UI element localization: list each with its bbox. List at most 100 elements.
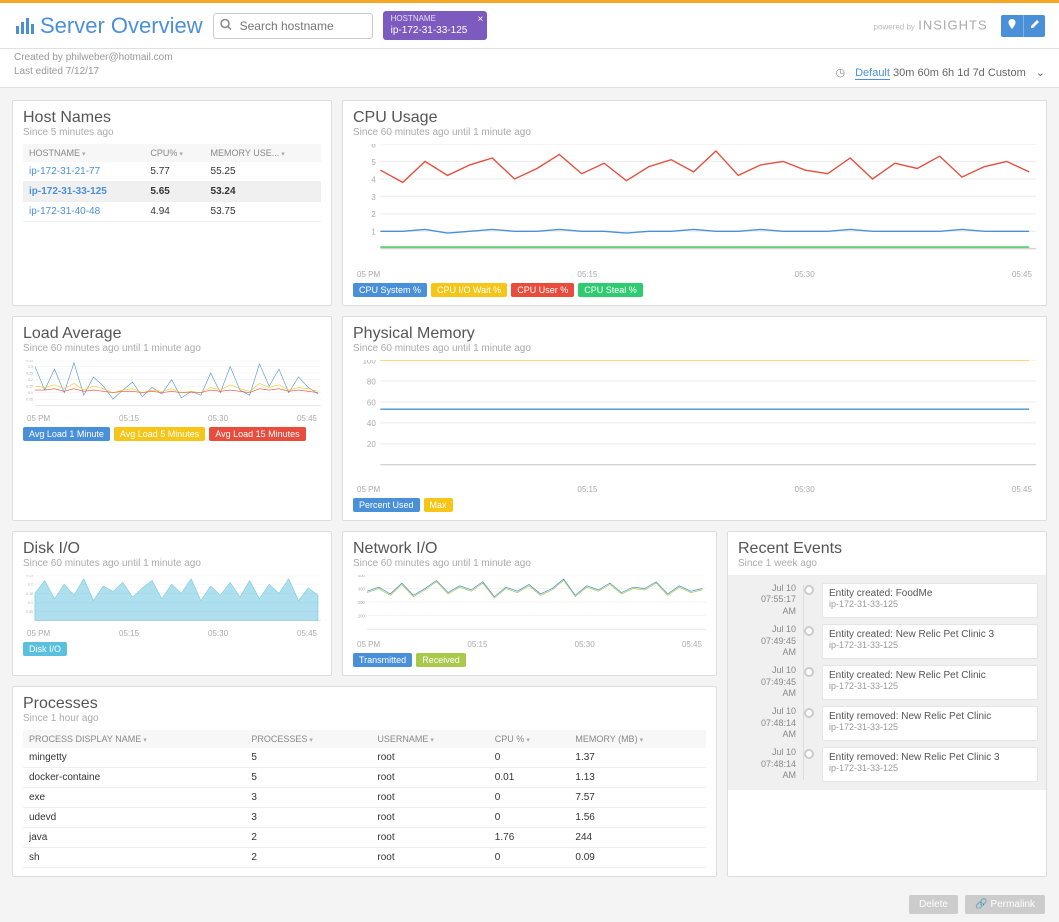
legend-item[interactable]: Max — [424, 498, 453, 512]
table-row[interactable]: java2 root1.76 244 — [23, 827, 706, 847]
legend-item[interactable]: Disk I/O — [23, 642, 67, 656]
table-row[interactable]: ip-172-31-33-125 5.65 53.24 — [23, 182, 321, 202]
svg-text:0.25: 0.25 — [26, 371, 33, 375]
chart-plot: 123456 — [353, 144, 1036, 269]
permalink-button[interactable]: 🔗 Permalink — [965, 895, 1045, 914]
column-header[interactable]: HOSTNAME▾ — [23, 144, 144, 162]
time-option-30m[interactable]: 30m — [893, 67, 914, 79]
host-link[interactable]: ip-172-31-33-125 — [23, 182, 144, 202]
card-subtitle: Since 60 minutes ago until 1 minute ago — [353, 558, 706, 569]
svg-text:0.2: 0.2 — [28, 582, 33, 586]
card-subtitle: Since 1 hour ago — [23, 713, 706, 724]
clock-icon: ◷ — [835, 66, 845, 79]
card-title: CPU Usage — [353, 109, 1036, 127]
legend-item[interactable]: CPU Steal % — [578, 283, 643, 297]
chart-plot: 20406080100 — [353, 360, 1036, 485]
column-header[interactable]: MEMORY (MB)▾ — [569, 730, 706, 748]
svg-text:0.05: 0.05 — [26, 610, 33, 614]
time-option-7d[interactable]: 7d — [973, 67, 985, 79]
svg-text:6: 6 — [371, 144, 376, 149]
chevron-down-icon: ⌄ — [1036, 66, 1045, 79]
chart-plot: 0.050.10.150.20.250.30.35 — [23, 360, 321, 415]
svg-text:0.15: 0.15 — [26, 384, 33, 388]
event-item[interactable]: Jul 1007:49:45AM Entity created: New Rel… — [736, 624, 1038, 659]
svg-text:60: 60 — [367, 398, 376, 407]
time-option-1d[interactable]: 1d — [957, 67, 969, 79]
legend-item[interactable]: CPU User % — [511, 283, 574, 297]
svg-text:0.1: 0.1 — [28, 391, 33, 395]
card-title: Network I/O — [353, 540, 706, 558]
time-option-60m[interactable]: 60m — [917, 67, 938, 79]
host-link[interactable]: ip-172-31-40-48 — [23, 202, 144, 222]
bar-chart-icon — [14, 16, 34, 36]
legend-item[interactable]: Received — [416, 653, 466, 667]
page-title: Server Overview — [14, 13, 203, 39]
svg-text:40: 40 — [367, 419, 376, 428]
filter-chip[interactable]: HOSTNAME ip-172-31-33-125 × — [383, 11, 488, 40]
svg-text:0.05: 0.05 — [26, 397, 33, 401]
host-link[interactable]: ip-172-31-21-77 — [23, 162, 144, 182]
table-row[interactable]: mingetty5 root0 1.37 — [23, 748, 706, 768]
card-subtitle: Since 60 minutes ago until 1 minute ago — [23, 343, 321, 354]
legend-item[interactable]: CPU System % — [353, 283, 427, 297]
column-header[interactable]: PROCESSES▾ — [245, 730, 371, 748]
brand-powered: powered by — [874, 22, 915, 31]
search-icon — [220, 18, 232, 33]
chart-legend: Transmitted Received — [353, 653, 706, 667]
edit-button[interactable] — [1023, 15, 1045, 37]
table-row[interactable]: sh2 root0 0.09 — [23, 847, 706, 867]
card-title: Recent Events — [738, 540, 1036, 558]
table-row[interactable]: ip-172-31-21-77 5.77 55.25 — [23, 162, 321, 182]
svg-text:400: 400 — [358, 575, 366, 578]
location-button[interactable] — [1001, 15, 1023, 37]
host-names-table: HOSTNAME▾CPU%▾MEMORY USE...▾ ip-172-31-2… — [23, 144, 321, 222]
brand-name: INSIGHTS — [918, 17, 987, 32]
legend-item[interactable]: Transmitted — [353, 653, 412, 667]
recent-events-card: Recent Events Since 1 week ago Jul 1007:… — [727, 531, 1047, 877]
svg-text:0.35: 0.35 — [26, 360, 33, 362]
processes-card: Processes Since 1 hour ago PROCESS DISPL… — [12, 686, 717, 877]
svg-text:2: 2 — [371, 211, 376, 220]
event-item[interactable]: Jul 1007:55:17AM Entity created: FoodMei… — [736, 583, 1038, 618]
delete-button[interactable]: Delete — [909, 895, 958, 914]
svg-text:0.2: 0.2 — [28, 378, 33, 382]
search-input[interactable] — [213, 13, 373, 39]
table-row[interactable]: docker-containe5 root0.01 1.13 — [23, 767, 706, 787]
legend-item[interactable]: CPU I/O Wait % — [431, 283, 507, 297]
time-option-default[interactable]: Default — [855, 67, 890, 80]
network-io-card: Network I/O Since 60 minutes ago until 1… — [342, 531, 717, 676]
event-dot-icon — [804, 626, 814, 636]
card-title: Load Average — [23, 325, 321, 343]
column-header[interactable]: CPU%▾ — [144, 144, 204, 162]
time-option-6h[interactable]: 6h — [942, 67, 954, 79]
disk-io-card: Disk I/O Since 60 minutes ago until 1 mi… — [12, 531, 332, 676]
table-row[interactable]: ip-172-31-40-48 4.94 53.75 — [23, 202, 321, 222]
legend-item[interactable]: Percent Used — [353, 498, 420, 512]
column-header[interactable]: PROCESS DISPLAY NAME▾ — [23, 730, 245, 748]
chart-legend: CPU System % CPU I/O Wait % CPU User % CPU … — [353, 283, 1036, 297]
event-item[interactable]: Jul 1007:49:45AM Entity created: New Rel… — [736, 665, 1038, 700]
card-subtitle: Since 5 minutes ago — [23, 127, 321, 138]
legend-item[interactable]: Avg Load 15 Minutes — [209, 427, 305, 441]
table-row[interactable]: exe3 root0 7.57 — [23, 787, 706, 807]
card-subtitle: Since 60 minutes ago until 1 minute ago — [353, 343, 1036, 354]
page-title-text: Server Overview — [40, 13, 203, 39]
column-header[interactable]: USERNAME▾ — [371, 730, 488, 748]
event-dot-icon — [804, 585, 814, 595]
column-header[interactable]: MEMORY USE...▾ — [205, 144, 321, 162]
card-title: Physical Memory — [353, 325, 1036, 343]
table-row[interactable]: udevd3 root0 1.56 — [23, 807, 706, 827]
event-item[interactable]: Jul 1007:48:14AM Entity removed: New Rel… — [736, 747, 1038, 782]
chart-plot: 0.050.10.150.20.25 — [23, 575, 321, 630]
svg-text:100: 100 — [363, 360, 377, 365]
column-header[interactable]: CPU %▾ — [489, 730, 570, 748]
svg-text:0.1: 0.1 — [28, 601, 33, 605]
event-dot-icon — [804, 667, 814, 677]
svg-text:1: 1 — [371, 228, 376, 237]
time-option-custom[interactable]: Custom — [988, 67, 1026, 79]
legend-item[interactable]: Avg Load 1 Minute — [23, 427, 110, 441]
legend-item[interactable]: Avg Load 5 Minutes — [114, 427, 205, 441]
event-item[interactable]: Jul 1007:48:14AM Entity removed: New Rel… — [736, 706, 1038, 741]
close-icon[interactable]: × — [477, 13, 483, 26]
last-edited: Last edited 7/12/17 — [14, 65, 173, 79]
